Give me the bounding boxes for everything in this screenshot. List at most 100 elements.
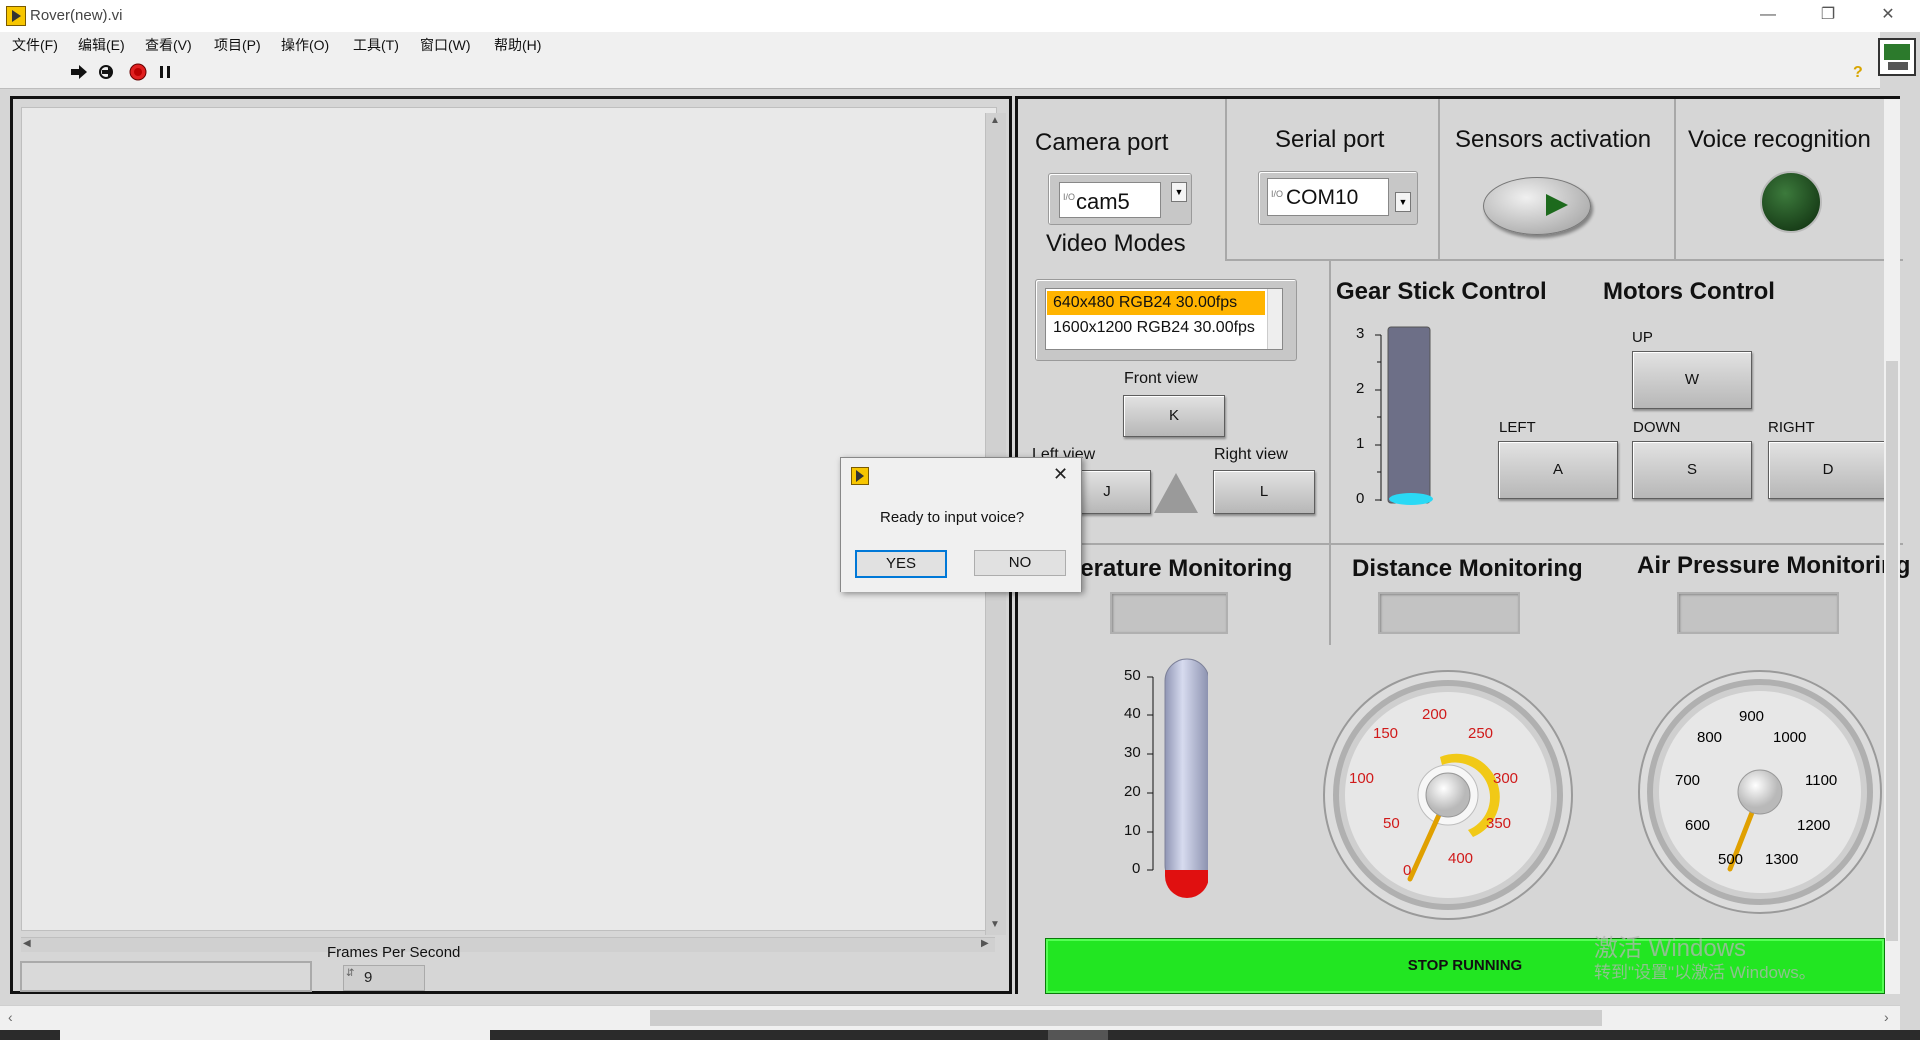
taskbar-search-box[interactable]: [60, 1030, 490, 1040]
motors-control-label: Motors Control: [1603, 278, 1775, 305]
motor-right-button[interactable]: D: [1768, 441, 1888, 499]
scroll-left-arrow-icon[interactable]: ◀: [23, 938, 31, 949]
temp-tick-10: 10: [1124, 822, 1141, 839]
video-mode-label: 1600x1200 RGB24 30.00fps: [1053, 319, 1255, 336]
help-icon[interactable]: ?: [1848, 62, 1866, 80]
toolbar: ?: [0, 54, 1880, 89]
sensors-activation-label: Sensors activation: [1455, 126, 1652, 153]
vi-connector-icon[interactable]: [1878, 38, 1916, 76]
video-horizontal-scrollbar[interactable]: ◀ ▶: [21, 937, 995, 952]
camera-port-selector[interactable]: I/O cam5 ▼: [1048, 173, 1192, 225]
motor-left-button[interactable]: A: [1498, 441, 1618, 499]
motor-down-button[interactable]: S: [1632, 441, 1752, 499]
distance-tick-400: 400: [1448, 850, 1474, 867]
distance-tick-150: 150: [1373, 725, 1399, 742]
window-horizontal-scrollbar[interactable]: ‹ ›: [0, 1005, 1900, 1030]
air-pressure-gauge: [1638, 670, 1882, 914]
direction-triangle-icon: [1154, 473, 1198, 513]
fps-numeric-control[interactable]: ⇵ 9: [343, 965, 425, 991]
abort-icon[interactable]: [129, 63, 147, 81]
dialog-message: Ready to input voice?: [880, 509, 1025, 526]
pressure-tick-700: 700: [1675, 772, 1701, 789]
video-mode-item[interactable]: 1600x1200 RGB24 30.00fps: [1047, 317, 1265, 341]
window-title: Rover(new).vi: [30, 7, 123, 24]
temperature-ticks: [1147, 676, 1153, 871]
menu-tools[interactable]: 工具(T): [353, 35, 399, 55]
right-view-label: Right view: [1214, 446, 1288, 463]
scroll-right-arrow-icon[interactable]: ›: [1884, 1009, 1889, 1025]
dialog-no-button[interactable]: NO: [974, 550, 1066, 576]
menu-file[interactable]: 文件(F): [12, 35, 58, 55]
activation-watermark-text: 转到"设置"以激活 Windows。: [1594, 963, 1816, 982]
video-mode-item-selected[interactable]: 640x480 RGB24 30.00fps: [1047, 291, 1265, 315]
restore-icon[interactable]: ❐: [1798, 0, 1858, 32]
menu-project[interactable]: 项目(P): [214, 35, 261, 55]
scroll-right-arrow-icon[interactable]: ▶: [981, 938, 989, 949]
temp-tick-50: 50: [1124, 667, 1141, 684]
voice-recognition-label: Voice recognition: [1688, 126, 1871, 153]
video-mode-label: 640x480 RGB24 30.00fps: [1053, 294, 1238, 311]
pressure-tick-1300: 1300: [1765, 851, 1799, 868]
up-label: UP: [1632, 329, 1653, 346]
serial-port-value: COM10: [1286, 186, 1359, 209]
run-arrow-icon[interactable]: [70, 63, 88, 81]
serial-port-selector[interactable]: I/O COM10 ▼: [1258, 171, 1418, 225]
scrollbar-thumb[interactable]: [1886, 361, 1898, 941]
increment-decrement-icon[interactable]: ⇵: [346, 968, 354, 979]
fps-value: 9: [364, 969, 373, 986]
dialog-yes-button[interactable]: YES: [855, 550, 947, 578]
video-modes-listbox-frame: 640x480 RGB24 30.00fps 1600x1200 RGB24 3…: [1035, 279, 1297, 361]
minimize-icon[interactable]: —: [1738, 0, 1798, 32]
distance-tick-200: 200: [1422, 706, 1448, 723]
gear-tick-0: 0: [1356, 490, 1365, 507]
control-panel-vertical-scrollbar[interactable]: [1884, 99, 1900, 994]
gear-tick-1: 1: [1356, 435, 1365, 452]
menu-view[interactable]: 查看(V): [145, 35, 192, 55]
menu-edit[interactable]: 编辑(E): [78, 35, 125, 55]
gear-thumb[interactable]: [1389, 493, 1433, 505]
distance-tick-50: 50: [1383, 815, 1400, 832]
scroll-down-arrow-icon[interactable]: ▼: [990, 919, 1000, 930]
distance-tick-300: 300: [1493, 770, 1519, 787]
camera-port-label: Camera port: [1035, 129, 1169, 156]
temp-tick-40: 40: [1124, 705, 1141, 722]
close-icon[interactable]: ✕: [1858, 0, 1918, 32]
gear-stick-slider[interactable]: [1343, 319, 1443, 519]
gear-stick-label: Gear Stick Control: [1336, 278, 1547, 305]
temperature-numeric-indicator: [1110, 592, 1228, 634]
camera-port-field[interactable]: I/O cam5: [1059, 182, 1161, 218]
pause-icon[interactable]: [156, 63, 174, 81]
motor-up-button[interactable]: W: [1632, 351, 1752, 409]
io-prefix: I/O: [1063, 192, 1076, 202]
camera-dropdown-icon[interactable]: ▼: [1171, 182, 1187, 202]
right-view-button[interactable]: L: [1213, 470, 1315, 514]
taskbar: [0, 1030, 1920, 1040]
dialog-close-icon[interactable]: ✕: [1053, 464, 1068, 485]
scrollbar-thumb[interactable]: [650, 1010, 1602, 1026]
taskbar-active-app[interactable]: [1048, 1030, 1108, 1040]
air-pressure-label: Air Pressure Monitoring: [1637, 552, 1911, 579]
sensors-toggle-button[interactable]: [1483, 177, 1591, 235]
gear-tick-3: 3: [1356, 325, 1365, 342]
right-label: RIGHT: [1768, 419, 1815, 436]
menu-operate[interactable]: 操作(O): [281, 35, 329, 55]
video-modes-listbox[interactable]: 640x480 RGB24 30.00fps 1600x1200 RGB24 3…: [1045, 288, 1283, 350]
menu-help[interactable]: 帮助(H): [494, 35, 541, 55]
gear-ticks: [1375, 334, 1381, 501]
control-panel: Camera port I/O cam5 ▼ Serial port I/O C…: [1015, 96, 1910, 994]
run-continuously-icon[interactable]: [97, 63, 115, 81]
temperature-thermometer: [1147, 658, 1208, 898]
serial-port-label: Serial port: [1275, 126, 1385, 153]
menu-window[interactable]: 窗口(W): [420, 35, 471, 55]
serial-dropdown-icon[interactable]: ▼: [1395, 192, 1411, 212]
scroll-up-arrow-icon[interactable]: ▲: [990, 115, 1000, 126]
listbox-scrollbar[interactable]: [1267, 289, 1282, 349]
io-prefix: I/O: [1271, 189, 1284, 199]
scroll-left-arrow-icon[interactable]: ‹: [8, 1009, 13, 1025]
gear-track: [1387, 326, 1431, 504]
pressure-tick-500: 500: [1718, 851, 1744, 868]
gear-tick-2: 2: [1356, 380, 1365, 397]
pressure-tick-800: 800: [1697, 729, 1723, 746]
serial-port-field[interactable]: I/O COM10: [1267, 178, 1389, 216]
front-view-button[interactable]: K: [1123, 395, 1225, 437]
